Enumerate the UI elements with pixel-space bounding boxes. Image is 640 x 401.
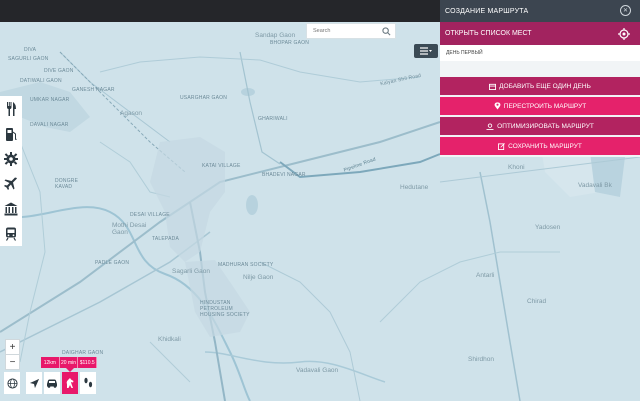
search-input[interactable]	[313, 28, 383, 34]
globe-icon	[6, 377, 18, 389]
day-label[interactable]: ДЕНЬ ПЕРВЫЙ	[440, 45, 640, 61]
museum-button[interactable]	[0, 196, 22, 221]
map-label: BHADEVI NAGAR	[262, 172, 306, 178]
map-label: Vadavali Gaon	[296, 367, 339, 374]
map-label: DATIWALI GAON	[20, 78, 62, 84]
horse-icon	[66, 378, 74, 388]
optimize-route-label: ОПТИМИЗИРОВАТЬ МАРШРУТ	[497, 122, 594, 130]
gear-icon	[4, 151, 18, 166]
route-cost: $110.5	[78, 357, 98, 368]
optimize-route-button[interactable]: ОПТИМИЗИРОВАТЬ МАРШРУТ	[440, 117, 640, 137]
route-builder-panel: СОЗДАНИЕ МАРШРУТА ✕ ОТКРЫТЬ СПИСОК МЕСТ …	[440, 0, 640, 166]
map-label: Chirad	[527, 298, 547, 305]
fuel-icon	[6, 127, 17, 141]
map-label: GHARIWALI	[258, 116, 288, 122]
map-label: PADLE GAON	[95, 260, 130, 266]
save-route-button[interactable]: СОХРАНИТЬ МАРШРУТ	[440, 137, 640, 157]
open-places-label: ОТКРЫТЬ СПИСОК МЕСТ	[445, 30, 532, 37]
add-day-label: ДОБАВИТЬ ЕЩЕ ОДИН ДЕНЬ	[499, 82, 591, 90]
category-sidebar	[0, 96, 22, 246]
map-label: MADHURAN SOCIETY	[218, 262, 274, 268]
panel-title: СОЗДАНИЕ МАРШРУТА	[445, 7, 529, 15]
map-label: BHOPAR GAON	[270, 40, 310, 46]
zoom-in-button[interactable]: +	[6, 340, 19, 355]
close-icon: ✕	[622, 8, 629, 14]
zoom-out-button[interactable]: −	[6, 355, 19, 370]
navigation-arrow-icon	[29, 378, 39, 388]
map-label: DAIGHAR GAON	[62, 350, 104, 356]
map-label: UMKAR NAGAR	[30, 97, 70, 103]
rebuild-route-label: ПЕРЕСТРОИТЬ МАРШРУТ	[503, 102, 587, 110]
map-label: Nilje Gaon	[243, 274, 274, 281]
navigate-button[interactable]	[26, 372, 42, 394]
globe-button[interactable]	[4, 372, 20, 394]
map-label: DIVE GAON	[44, 68, 74, 74]
horse-mode-button[interactable]	[62, 372, 78, 394]
restaurant-icon	[7, 101, 16, 116]
walk-mode-button[interactable]	[80, 372, 96, 394]
search-icon[interactable]	[382, 27, 391, 36]
add-day-button[interactable]: ДОБАВИТЬ ЕЩЕ ОДИН ДЕНЬ	[440, 77, 640, 97]
train-icon	[5, 227, 17, 241]
footprints-icon	[83, 377, 92, 388]
restaurant-button[interactable]	[0, 96, 22, 121]
transport-mode-bar	[2, 372, 98, 394]
map-label: SAGURLI GAON	[8, 56, 49, 62]
map-label: Hedutane	[400, 184, 429, 191]
car-mode-button[interactable]	[44, 372, 60, 394]
save-route-label: СОХРАНИТЬ МАРШРУТ	[508, 142, 582, 150]
map-label: TALEPADA	[152, 236, 179, 242]
train-button[interactable]	[0, 221, 22, 246]
map-label: USARGHAR GAON	[180, 95, 228, 101]
map-label: Khidkali	[158, 336, 181, 343]
crosshair-icon	[618, 28, 630, 40]
map-label: DAVALI NAGAR	[30, 122, 69, 128]
map-pin-icon	[494, 102, 501, 110]
map-label: Sagarli Gaon	[172, 268, 210, 275]
panel-header: СОЗДАНИЕ МАРШРУТА ✕	[440, 0, 640, 22]
airplane-icon	[4, 177, 17, 190]
route-info-bubble: 12km 20 min $110.5	[41, 357, 98, 372]
map-label: KATAI VILLAGE	[202, 163, 241, 169]
close-panel-button[interactable]: ✕	[620, 5, 631, 16]
map-label: GANESH NAGAR	[72, 87, 115, 93]
search-box[interactable]	[306, 23, 396, 39]
route-distance: 12km	[41, 357, 60, 368]
map-label: Vadavali Bk	[578, 182, 612, 189]
fuel-button[interactable]	[0, 121, 22, 146]
menu-icon	[420, 47, 432, 55]
settings-button[interactable]	[0, 146, 22, 171]
route-duration: 20 min	[60, 357, 79, 368]
layers-menu-button[interactable]	[414, 44, 438, 58]
map-label: Sandap Gaon	[255, 32, 296, 39]
map-label: DIVA	[24, 47, 37, 53]
calendar-icon	[489, 83, 497, 90]
map-label: DESAI VILLAGE	[130, 212, 170, 218]
map-label: Yadosen	[535, 224, 561, 231]
map-label: Agason	[120, 110, 143, 117]
edit-icon	[498, 142, 506, 150]
map-label: HINDUSTAN PETROLEUM HOUSING SOCIETY	[200, 300, 250, 318]
zoom-control: + −	[5, 339, 20, 370]
airport-button[interactable]	[0, 171, 22, 196]
map-label: DONGRE KAVAD	[55, 178, 79, 190]
bank-icon	[4, 202, 18, 215]
open-places-list-button[interactable]: ОТКРЫТЬ СПИСОК МЕСТ	[440, 22, 640, 45]
map-label: Shirdhon	[468, 356, 495, 363]
map-label: Antarli	[476, 272, 495, 279]
car-icon	[47, 379, 57, 388]
rebuild-route-button[interactable]: ПЕРЕСТРОИТЬ МАРШРУТ	[440, 97, 640, 117]
map-label: Mothi Desai Gaon	[112, 222, 147, 236]
optimize-icon	[486, 122, 494, 130]
day-places-area	[440, 61, 640, 77]
